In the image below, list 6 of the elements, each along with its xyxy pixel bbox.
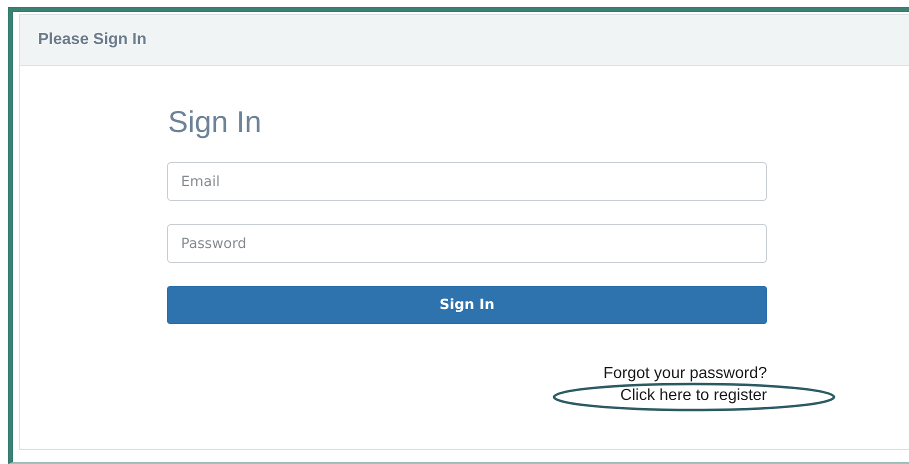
sign-in-button[interactable]: Sign In (167, 286, 767, 324)
password-field[interactable]: Password (167, 224, 767, 263)
form-heading: Sign In (168, 106, 262, 140)
email-field[interactable]: Email (167, 162, 767, 201)
forgot-password-link[interactable]: Forgot your password? (603, 364, 767, 383)
panel-title: Please Sign In (38, 31, 146, 49)
